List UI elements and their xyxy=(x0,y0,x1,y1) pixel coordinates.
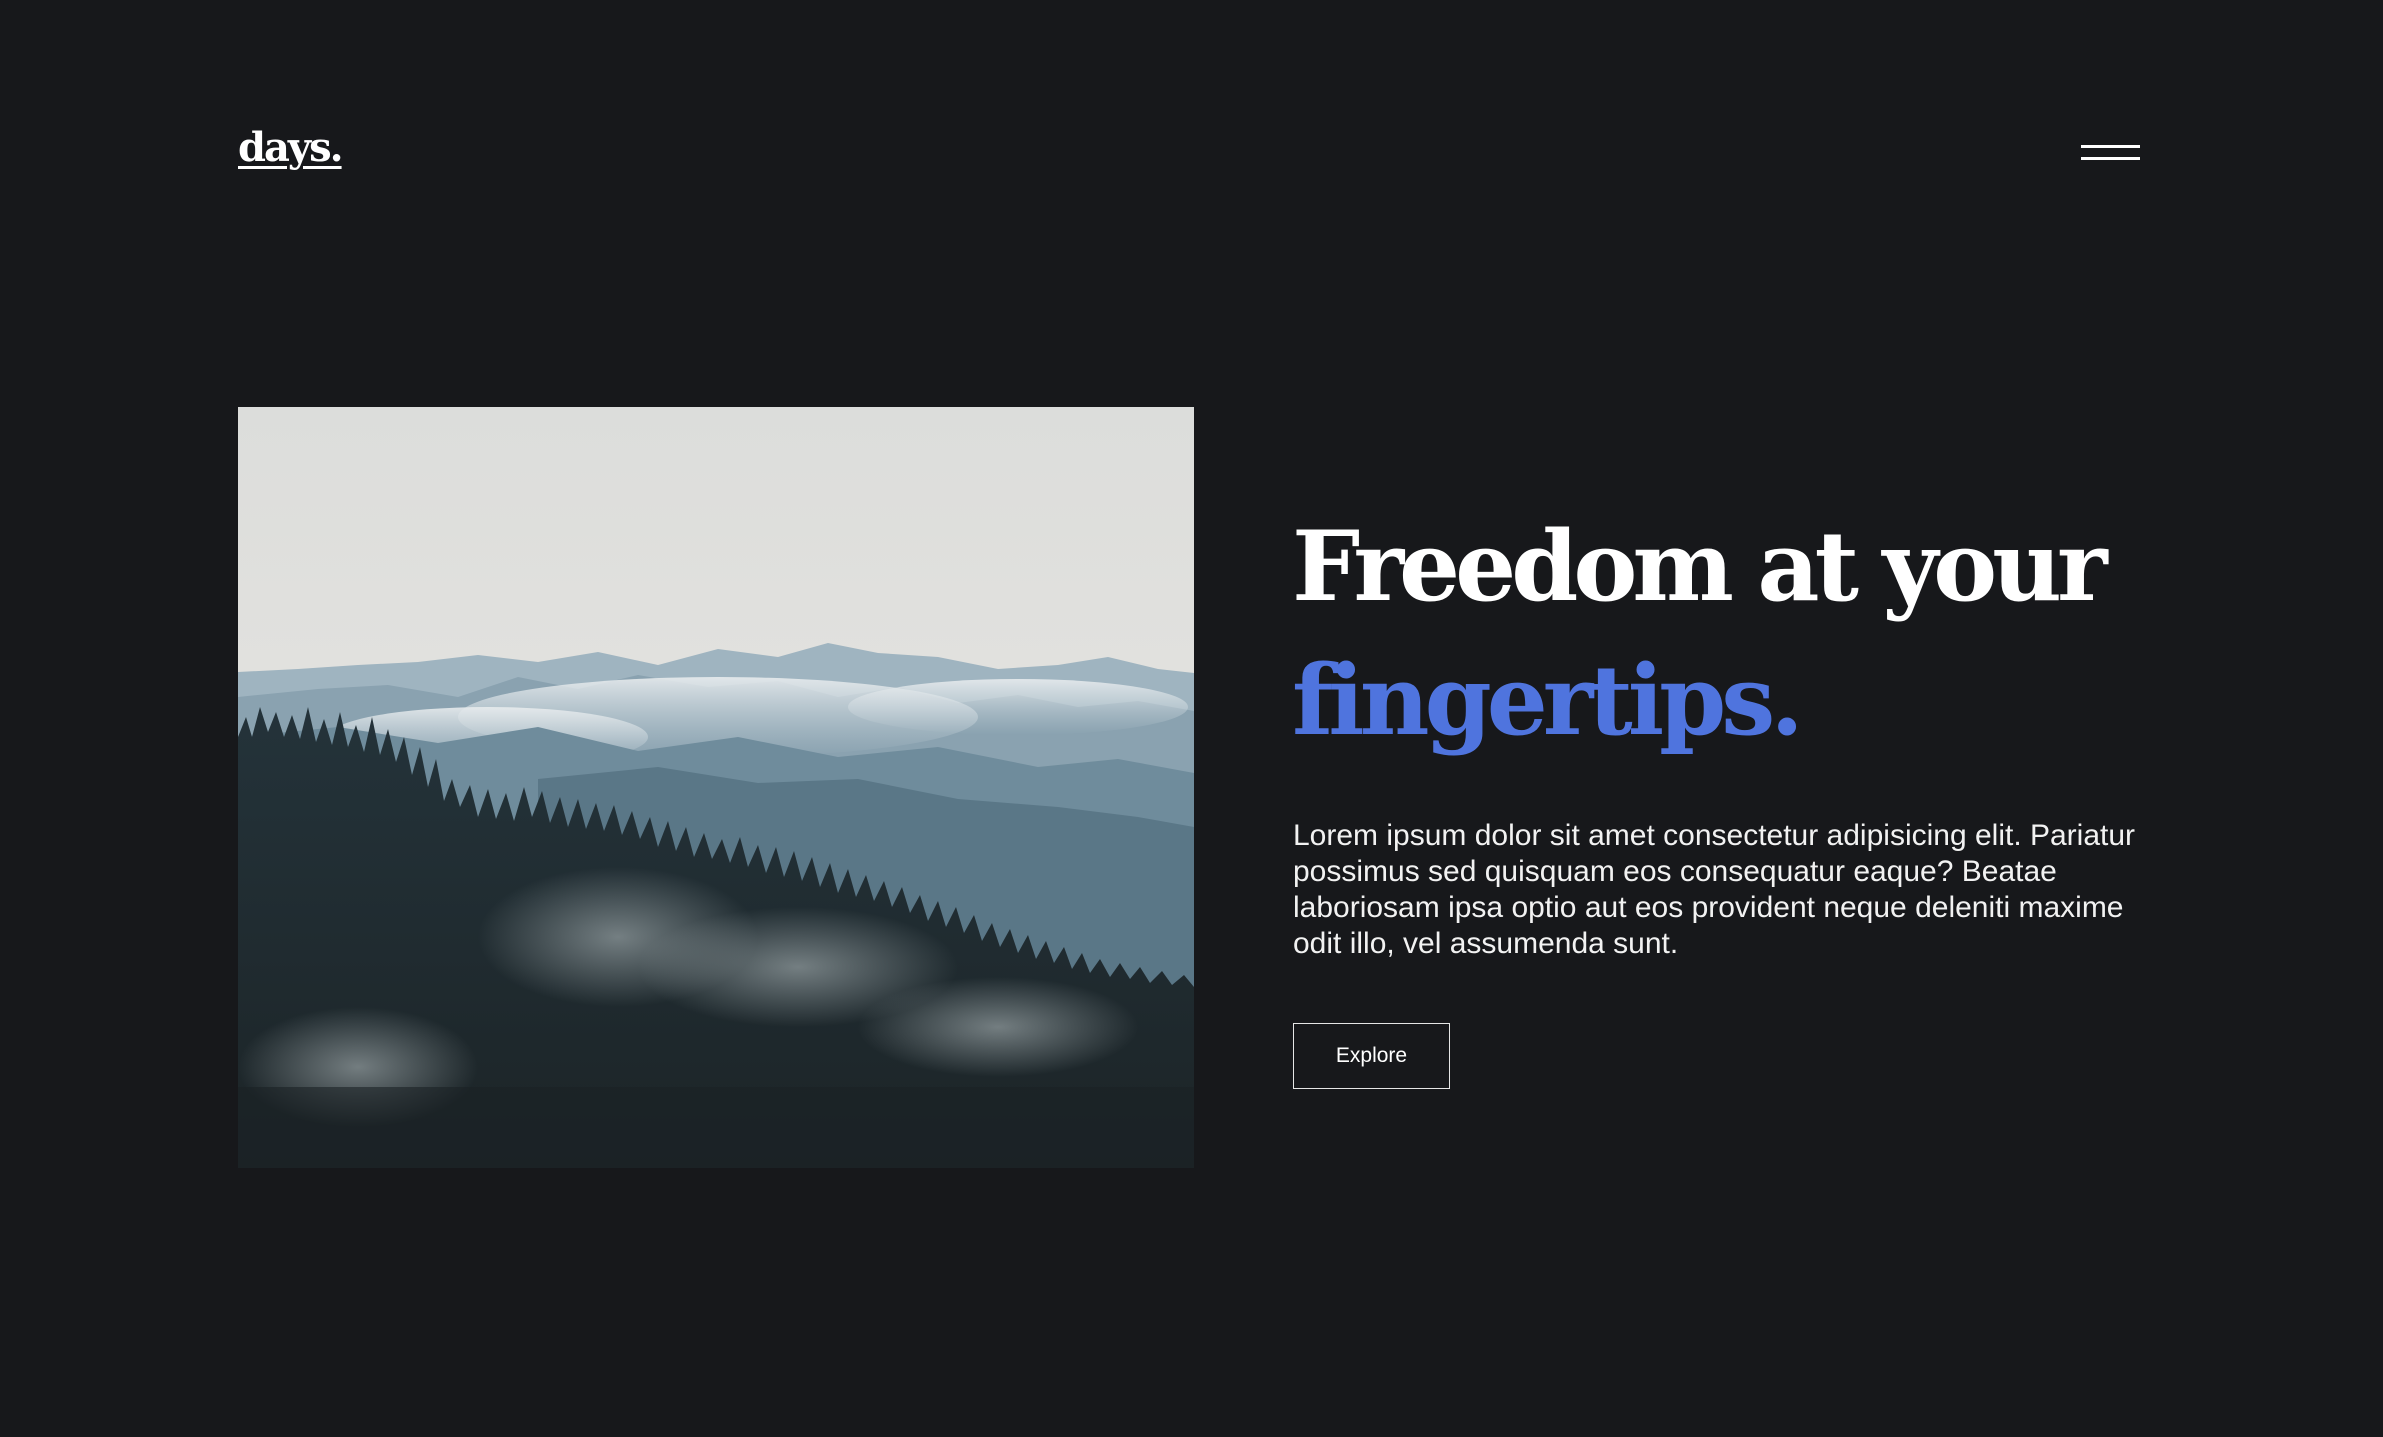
landing-page: days. Freedom at your fingertips. Lorem … xyxy=(0,0,2383,1437)
hero-image xyxy=(238,407,1194,1168)
logo-link[interactable]: days. xyxy=(238,128,344,168)
hero-headline: Freedom at your fingertips. xyxy=(1292,500,2192,768)
menu-bar-top xyxy=(2081,145,2140,148)
menu-button[interactable] xyxy=(2078,136,2142,172)
menu-bar-bottom xyxy=(2081,157,2140,160)
hero-description: Lorem ipsum dolor sit amet consectetur a… xyxy=(1293,819,2136,960)
headline-line-1: Freedom at your xyxy=(1292,510,2108,623)
explore-button[interactable]: Explore xyxy=(1293,1023,1450,1089)
misty-mountain-forest-photo xyxy=(238,407,1194,1168)
headline-line-2-accent: fingertips. xyxy=(1292,644,1804,757)
